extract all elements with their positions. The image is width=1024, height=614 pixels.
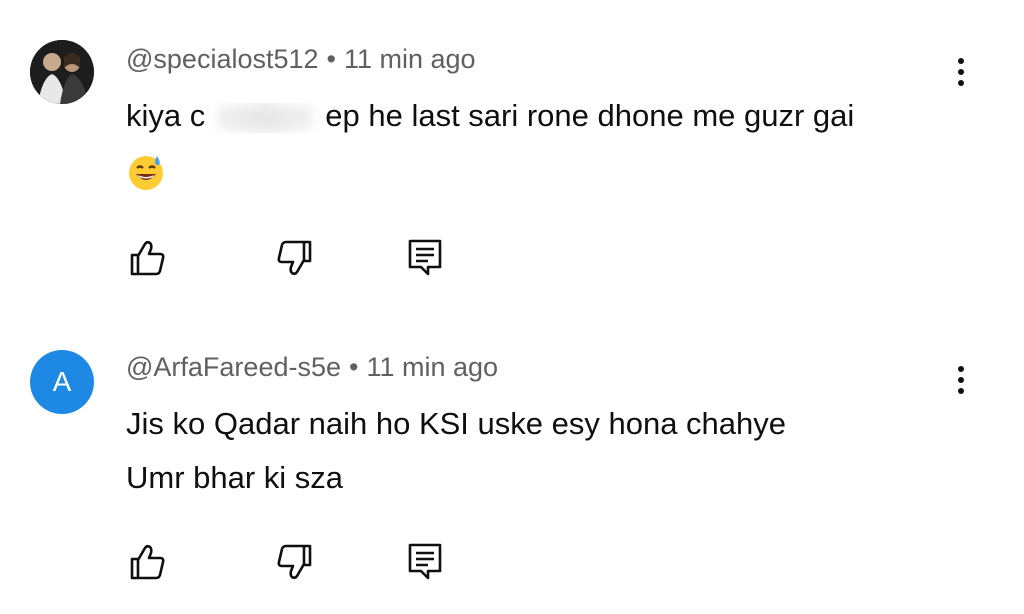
reply-button[interactable] [404, 236, 448, 280]
more-options-button[interactable] [946, 360, 976, 400]
more-dot [958, 388, 964, 394]
like-button[interactable] [126, 236, 170, 280]
like-button[interactable] [126, 540, 170, 584]
comment-2: A @ArfaFareed-s5e • 11 min ago Jis ko Qada… [0, 300, 1024, 614]
more-dot [958, 377, 964, 383]
more-dot [958, 69, 964, 75]
comment-text: kiya c ep he last sari rone dhone me guzr… [126, 88, 854, 144]
comment-emoji-line [126, 142, 166, 198]
more-vertical-icon [958, 366, 964, 372]
comment-text-end: ep he last sari rone dhone me guzr gai [325, 98, 855, 133]
reply-button[interactable] [404, 540, 448, 584]
comment-header: @specialost512 • 11 min ago [126, 44, 476, 75]
avatar-letter: A [52, 366, 72, 397]
more-dot [958, 80, 964, 86]
more-vertical-icon [958, 58, 964, 64]
username-link[interactable]: @specialost512 [126, 44, 319, 74]
thumbs-down-icon [277, 240, 312, 276]
timestamp[interactable]: 11 min ago [344, 44, 476, 74]
separator-dot: • [326, 44, 336, 74]
comment-1: @specialost512 • 11 min ago kiya c ep he la… [0, 0, 1024, 300]
more-options-button[interactable] [946, 52, 976, 92]
avatar[interactable]: A [30, 350, 94, 414]
comment-text-line-2: Umr bhar ki sza [126, 460, 344, 495]
thumbs-down-icon [277, 544, 312, 580]
thumbs-up-icon [130, 240, 165, 276]
redacted-text [205, 102, 326, 133]
comment-header: @ArfaFareed-s5e • 11 min ago [126, 352, 498, 383]
sweat-smile-emoji [126, 152, 166, 190]
reply-comment-icon [408, 543, 442, 580]
username-link[interactable]: @ArfaFareed-s5e [126, 352, 341, 382]
profile-photo-avatar-icon [30, 40, 94, 104]
thumbs-up-icon [130, 544, 165, 580]
dislike-button[interactable] [272, 540, 316, 584]
timestamp[interactable]: 11 min ago [366, 352, 498, 382]
separator-dot: • [349, 352, 359, 382]
comment-text-line-1: Jis ko Qadar naih ho KSI uske esy hona c… [126, 406, 787, 441]
dislike-button[interactable] [272, 236, 316, 280]
comment-text-start: kiya c [126, 98, 206, 133]
reply-comment-icon [408, 239, 442, 276]
avatar[interactable] [30, 40, 94, 104]
